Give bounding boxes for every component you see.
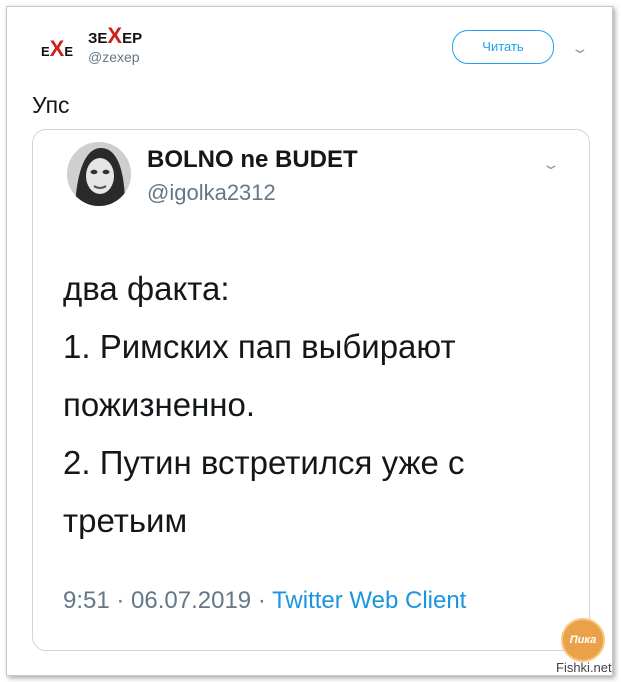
author-handle[interactable]: @zexep bbox=[88, 49, 142, 65]
zexer-logo: EXE bbox=[40, 36, 74, 61]
author-display-name[interactable]: ЗЕXЕР bbox=[88, 25, 142, 48]
follow-button[interactable]: Читать bbox=[452, 30, 554, 64]
quoted-author-info[interactable]: BOLNO ne BUDET @igolka2312 bbox=[147, 146, 358, 206]
chevron-down-icon[interactable]: ⌄ bbox=[570, 40, 589, 57]
portrait-icon bbox=[67, 142, 131, 206]
quoted-text-line: пожизненно. bbox=[63, 386, 256, 423]
quoted-handle[interactable]: @igolka2312 bbox=[147, 180, 358, 206]
quoted-tweet-text: два факта: 1. Римских пап выбирают пожиз… bbox=[63, 260, 563, 550]
quoted-author-avatar[interactable] bbox=[67, 142, 131, 206]
quoted-display-name[interactable]: BOLNO ne BUDET bbox=[147, 146, 358, 174]
quoted-text-line: 2. Путин встретился уже с bbox=[63, 444, 465, 481]
author-info[interactable]: ЗЕXЕР @zexep bbox=[88, 25, 142, 66]
watermark-logo: Пика bbox=[561, 618, 605, 662]
source-link[interactable]: Twitter Web Client bbox=[272, 587, 466, 614]
quoted-text-line: два факта: bbox=[63, 270, 230, 307]
chevron-down-icon[interactable]: ⌄ bbox=[541, 156, 560, 173]
author-avatar[interactable]: EXE bbox=[30, 22, 84, 76]
quoted-text-line: 1. Римских пап выбирают bbox=[63, 328, 456, 365]
tweet-metadata: 9:51 · 06.07.2019 · Twitter Web Client bbox=[63, 582, 523, 620]
quoted-text-line: третьим bbox=[63, 502, 188, 539]
watermark-text: Fishki.net bbox=[556, 660, 612, 675]
tweet-text: Упс bbox=[32, 92, 70, 118]
quoted-tweet-card[interactable]: BOLNO ne BUDET @igolka2312 ⌄ два факта: … bbox=[32, 129, 590, 651]
timestamp[interactable]: 9:51 · 06.07.2019 · bbox=[63, 587, 272, 614]
